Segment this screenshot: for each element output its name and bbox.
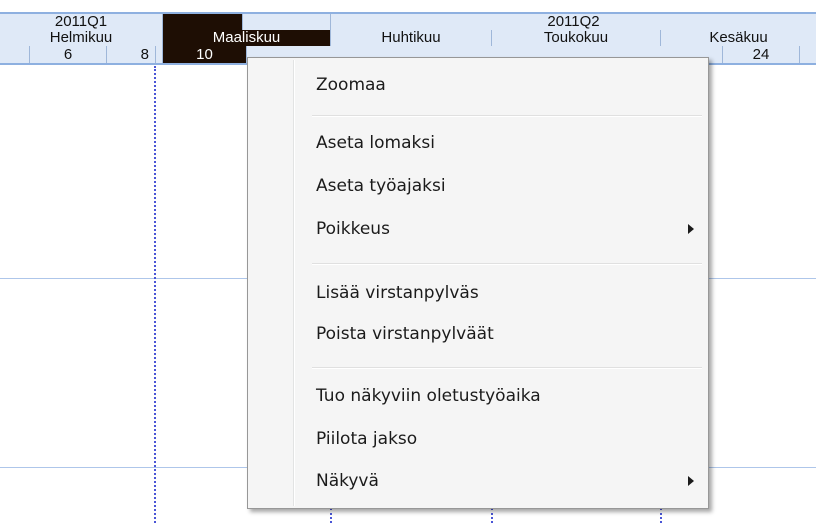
menu-item-label: Aseta työajaksi [316, 176, 446, 196]
submenu-arrow-icon [688, 224, 694, 234]
menu-item-poikkeus[interactable]: Poikkeus [250, 212, 706, 246]
month-cell-huhtikuu[interactable]: Huhtikuu [331, 30, 492, 46]
menu-item-piilota-jakso[interactable]: Piilota jakso [250, 422, 706, 456]
quarter-cell-2011q2[interactable]: 2011Q2 [331, 14, 816, 30]
menu-item-label: Aseta lomaksi [316, 133, 435, 153]
quarter-cell-selected[interactable] [163, 14, 243, 30]
quarter-header-row: 2011Q1 2011Q2 [0, 12, 816, 30]
context-menu: Zoomaa Aseta lomaksi Aseta työajaksi Poi… [247, 57, 709, 509]
menu-item-lisaa-virstanpylvas[interactable]: Lisää virstanpylväs [250, 276, 706, 310]
menu-item-poista-virstanpylvaat[interactable]: Poista virstanpylväät [250, 317, 706, 351]
week-cell[interactable] [0, 46, 30, 63]
week-cell[interactable] [800, 46, 816, 63]
menu-item-aseta-lomaksi[interactable]: Aseta lomaksi [250, 126, 706, 160]
menu-item-label: Lisää virstanpylväs [316, 283, 479, 303]
period-marker-line [330, 508, 332, 523]
quarter-cell-blank[interactable] [243, 14, 331, 30]
quarter-cell-2011q1[interactable]: 2011Q1 [0, 14, 163, 30]
week-cell-6[interactable]: 6 [30, 46, 107, 63]
month-cell-toukokuu[interactable]: Toukokuu [492, 30, 661, 46]
menu-item-label: Poista virstanpylväät [316, 324, 494, 344]
menu-item-label: Näkyvä [316, 471, 379, 491]
week-cell-24[interactable]: 24 [723, 46, 800, 63]
week-cell-8[interactable]: 8 [107, 46, 156, 63]
menu-item-tuo-nakyviin-oletustyoaika[interactable]: Tuo näkyviin oletustyöaika [250, 379, 706, 413]
month-cell-kesakuu[interactable]: Kesäkuu [661, 30, 816, 46]
menu-item-nakyva[interactable]: Näkyvä [250, 464, 706, 498]
month-cell-maaliskuu[interactable]: Maaliskuu [163, 30, 331, 46]
menu-separator [312, 367, 702, 369]
menu-item-label: Poikkeus [316, 219, 390, 239]
period-marker-line [660, 508, 662, 523]
menu-separator [312, 263, 702, 265]
week-cell[interactable] [156, 46, 163, 63]
today-marker-line [154, 66, 156, 523]
week-cell[interactable] [709, 46, 723, 63]
menu-item-label: Piilota jakso [316, 429, 418, 449]
menu-item-label: Tuo näkyviin oletustyöaika [316, 386, 541, 406]
menu-item-zoomaa[interactable]: Zoomaa [250, 68, 706, 102]
week-cell-10[interactable]: 10 [163, 46, 247, 63]
menu-separator [312, 115, 702, 117]
submenu-arrow-icon [688, 476, 694, 486]
month-cell-helmikuu[interactable]: Helmikuu [0, 30, 163, 46]
menu-item-aseta-tyoajaksi[interactable]: Aseta työajaksi [250, 169, 706, 203]
menu-item-label: Zoomaa [316, 75, 386, 95]
month-header-row: Helmikuu Maaliskuu Huhtikuu Toukokuu Kes… [0, 30, 816, 46]
period-marker-line [491, 508, 493, 523]
